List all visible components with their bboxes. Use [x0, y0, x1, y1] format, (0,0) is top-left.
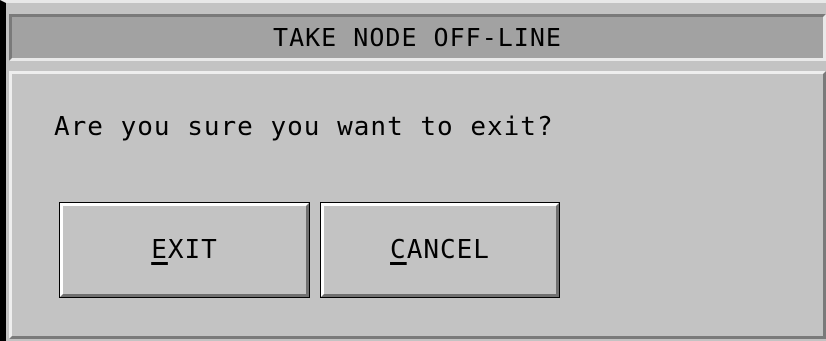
cancel-button-label: CANCEL [390, 235, 490, 265]
cancel-button[interactable]: CANCEL [320, 202, 560, 298]
dialog-titlebar: TAKE NODE OFF-LINE [9, 14, 826, 61]
exit-button[interactable]: EXIT [59, 202, 310, 298]
cancel-mnemonic: C [390, 235, 407, 265]
dialog-title: TAKE NODE OFF-LINE [273, 23, 562, 52]
exit-label-rest: XIT [167, 235, 218, 265]
offline-dialog: TAKE NODE OFF-LINE Are you sure you want… [0, 0, 826, 341]
confirm-message: Are you sure you want to exit? [54, 112, 554, 142]
exit-button-label: EXIT [151, 235, 218, 265]
cancel-label-rest: ANCEL [406, 235, 490, 265]
exit-mnemonic: E [151, 235, 168, 265]
